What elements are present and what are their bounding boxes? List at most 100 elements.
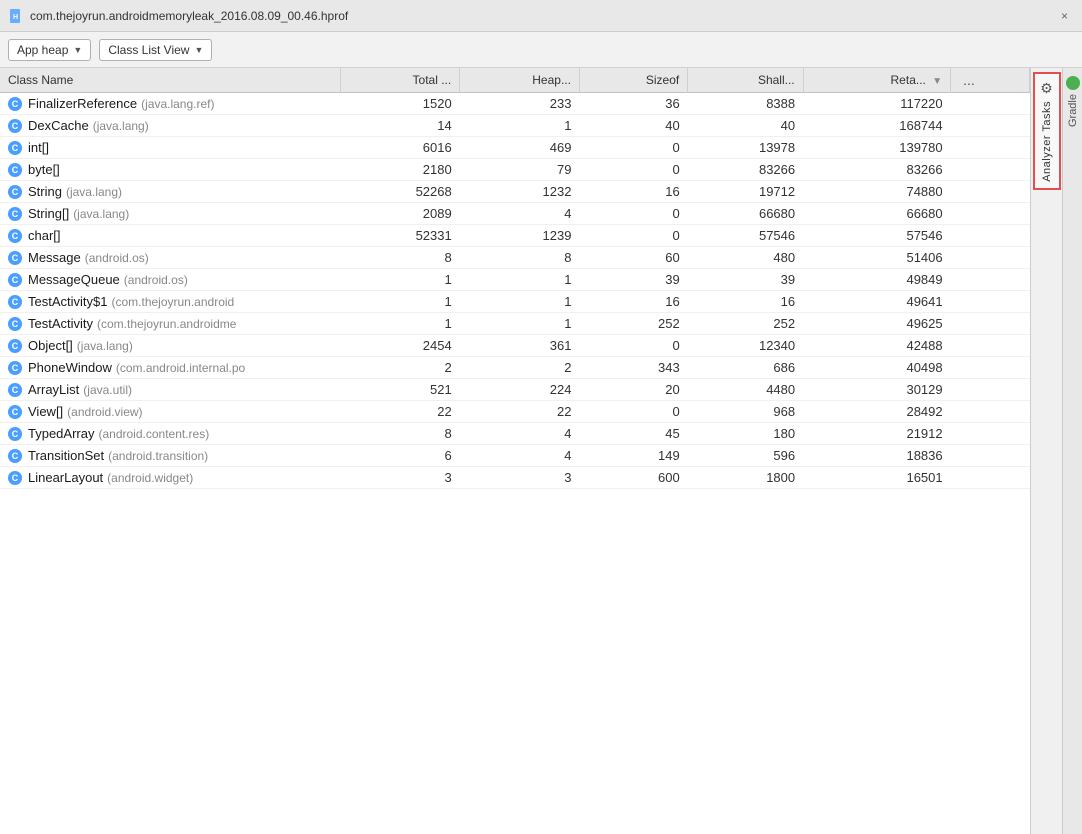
table-row[interactable]: C char[] 52331123905754657546 <box>0 225 1030 247</box>
col-sizeof[interactable]: Sizeof <box>579 68 687 93</box>
class-type-icon: C <box>8 141 22 155</box>
cell-extra <box>951 291 1030 313</box>
class-type-icon: C <box>8 97 22 111</box>
cell-shallow: 4480 <box>688 379 803 401</box>
col-total[interactable]: Total ... <box>340 68 460 93</box>
close-tab-button[interactable]: × <box>1055 7 1074 25</box>
class-package: (android.widget) <box>107 471 193 485</box>
col-retained[interactable]: Reta... ▼ <box>803 68 951 93</box>
cell-heap: 361 <box>460 335 580 357</box>
title-bar: H com.thejoyrun.androidmemoryleak_2016.0… <box>0 0 1082 32</box>
cell-total: 1 <box>340 313 460 335</box>
class-package: (com.android.internal.po <box>116 361 245 375</box>
cell-total: 1 <box>340 269 460 291</box>
class-type-icon: C <box>8 229 22 243</box>
table-row[interactable]: C DexCache (java.lang) 1414040168744 <box>0 115 1030 137</box>
analyzer-tasks-panel[interactable]: ⚙ Analyzer Tasks <box>1033 72 1061 190</box>
cell-heap: 2 <box>460 357 580 379</box>
more-columns-button[interactable]: ... <box>959 72 979 88</box>
gradle-tab[interactable]: Gradle <box>1062 68 1082 834</box>
table-row[interactable]: C FinalizerReference (java.lang.ref) 152… <box>0 93 1030 115</box>
cell-extra <box>951 335 1030 357</box>
cell-sizeof: 40 <box>579 115 687 137</box>
view-dropdown[interactable]: Class List View ▼ <box>99 39 212 61</box>
cell-total: 3 <box>340 467 460 489</box>
heap-dropdown[interactable]: App heap ▼ <box>8 39 91 61</box>
table-row[interactable]: C LinearLayout (android.widget) 33600180… <box>0 467 1030 489</box>
class-package: (java.lang.ref) <box>141 97 214 111</box>
class-name: TransitionSet <box>28 448 104 463</box>
cell-retained: 49849 <box>803 269 951 291</box>
cell-retained: 42488 <box>803 335 951 357</box>
table-row[interactable]: C ArrayList (java.util) 5212242044803012… <box>0 379 1030 401</box>
class-name: String[] <box>28 206 69 221</box>
table-row[interactable]: C String[] (java.lang) 2089406668066680 <box>0 203 1030 225</box>
class-type-icon: C <box>8 273 22 287</box>
table-row[interactable]: C MessageQueue (android.os) 11393949849 <box>0 269 1030 291</box>
col-more[interactable]: ... <box>951 68 1030 93</box>
class-list-table-container[interactable]: Class Name Total ... Heap... Sizeof Shal… <box>0 68 1030 834</box>
table-row[interactable]: C TypedArray (android.content.res) 84451… <box>0 423 1030 445</box>
table-row[interactable]: C Object[] (java.lang) 24543610123404248… <box>0 335 1030 357</box>
class-name: TestActivity <box>28 316 93 331</box>
cell-heap: 1 <box>460 115 580 137</box>
col-shallow[interactable]: Shall... <box>688 68 803 93</box>
cell-sizeof: 343 <box>579 357 687 379</box>
cell-total: 14 <box>340 115 460 137</box>
cell-retained: 49641 <box>803 291 951 313</box>
sort-icon: ▼ <box>932 76 942 87</box>
cell-sizeof: 60 <box>579 247 687 269</box>
cell-extra <box>951 379 1030 401</box>
table-row[interactable]: C PhoneWindow (com.android.internal.po 2… <box>0 357 1030 379</box>
table-header-row: Class Name Total ... Heap... Sizeof Shal… <box>0 68 1030 93</box>
class-name-cell: C FinalizerReference (java.lang.ref) <box>0 93 340 115</box>
table-row[interactable]: C TestActivity (com.thejoyrun.androidme … <box>0 313 1030 335</box>
class-name-cell: C MessageQueue (android.os) <box>0 269 340 291</box>
cell-retained: 18836 <box>803 445 951 467</box>
tab-title: com.thejoyrun.androidmemoryleak_2016.08.… <box>30 9 1055 23</box>
cell-heap: 1232 <box>460 181 580 203</box>
table-row[interactable]: C int[] 6016469013978139780 <box>0 137 1030 159</box>
class-type-icon: C <box>8 207 22 221</box>
cell-retained: 51406 <box>803 247 951 269</box>
cell-sizeof: 252 <box>579 313 687 335</box>
class-name-cell: C int[] <box>0 137 340 159</box>
class-type-icon: C <box>8 405 22 419</box>
col-heap[interactable]: Heap... <box>460 68 580 93</box>
cell-heap: 1 <box>460 269 580 291</box>
cell-extra <box>951 357 1030 379</box>
cell-extra <box>951 203 1030 225</box>
table-row[interactable]: C View[] (android.view) 2222096828492 <box>0 401 1030 423</box>
cell-heap: 1 <box>460 291 580 313</box>
analyzer-icon: ⚙ <box>1040 80 1053 97</box>
class-type-icon: C <box>8 185 22 199</box>
cell-extra <box>951 137 1030 159</box>
analyzer-label: Analyzer Tasks <box>1041 101 1053 182</box>
cell-heap: 22 <box>460 401 580 423</box>
cell-sizeof: 600 <box>579 467 687 489</box>
cell-sizeof: 16 <box>579 181 687 203</box>
cell-total: 2454 <box>340 335 460 357</box>
table-row[interactable]: C String (java.lang) 5226812321619712748… <box>0 181 1030 203</box>
table-row[interactable]: C Message (android.os) 886048051406 <box>0 247 1030 269</box>
col-class-name[interactable]: Class Name <box>0 68 340 93</box>
table-row[interactable]: C TestActivity$1 (com.thejoyrun.android … <box>0 291 1030 313</box>
class-package: (android.content.res) <box>98 427 209 441</box>
cell-retained: 66680 <box>803 203 951 225</box>
class-name: MessageQueue <box>28 272 120 287</box>
class-name: PhoneWindow <box>28 360 112 375</box>
cell-extra <box>951 313 1030 335</box>
cell-total: 6016 <box>340 137 460 159</box>
table-row[interactable]: C byte[] 21807908326683266 <box>0 159 1030 181</box>
table-row[interactable]: C TransitionSet (android.transition) 641… <box>0 445 1030 467</box>
class-name-cell: C byte[] <box>0 159 340 181</box>
cell-sizeof: 36 <box>579 93 687 115</box>
class-name-cell: C String (java.lang) <box>0 181 340 203</box>
cell-sizeof: 0 <box>579 159 687 181</box>
cell-total: 1 <box>340 291 460 313</box>
cell-shallow: 968 <box>688 401 803 423</box>
svg-text:H: H <box>13 14 18 21</box>
cell-sizeof: 16 <box>579 291 687 313</box>
cell-heap: 233 <box>460 93 580 115</box>
class-type-icon: C <box>8 119 22 133</box>
